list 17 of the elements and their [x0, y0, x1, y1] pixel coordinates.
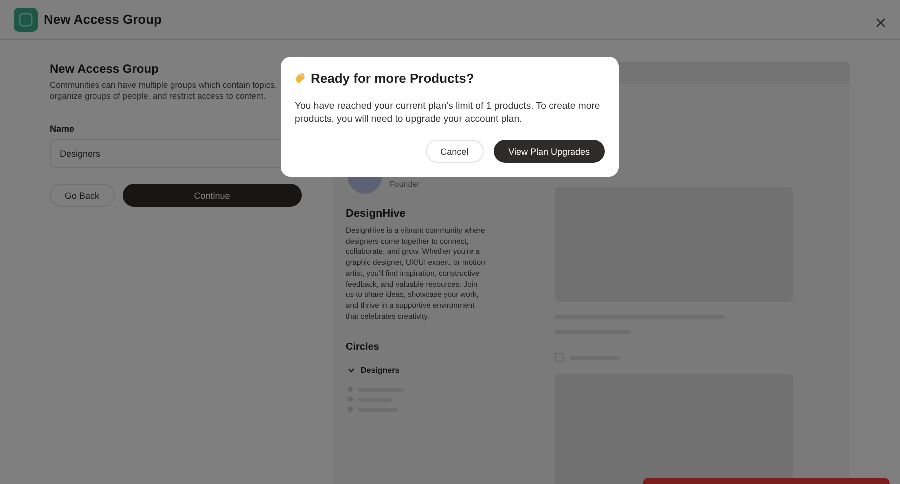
logo-icon [14, 8, 38, 32]
dialog-title: Ready for more Products? [311, 71, 474, 86]
continue-button[interactable]: Continue [122, 184, 302, 207]
chevron-icon[interactable] [348, 367, 355, 374]
upgrade-button[interactable]: View Plan Upgrades [494, 140, 605, 163]
form-title: New Access Group [50, 62, 160, 76]
dialog-message: You have reached your current plan's limit of 1 products. To create more products, you will need to upgrade your account plan. [295, 100, 602, 126]
form-description: Communities can have multiple groups which contain topics, organize groups of people, and restrict access to content. [50, 80, 278, 102]
member-role: Founder [390, 180, 420, 188]
circle-name[interactable]: Designers [361, 366, 400, 376]
back-button[interactable]: Go Back [50, 184, 115, 207]
section-heading: Circles [346, 342, 380, 354]
hand-icon [295, 72, 308, 85]
cancel-button[interactable]: Cancel [426, 140, 484, 163]
community-name: DesignHive [346, 208, 407, 220]
field-label: Name [50, 124, 76, 134]
page-title: New Access Group [44, 12, 164, 27]
